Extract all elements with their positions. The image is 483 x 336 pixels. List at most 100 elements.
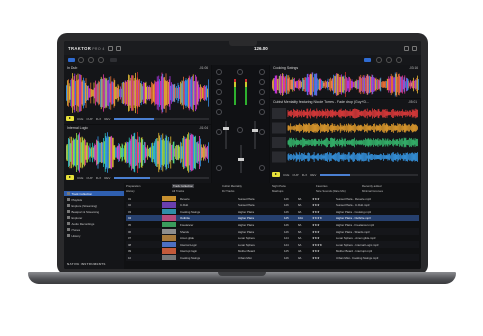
track-key: 9A xyxy=(298,209,302,214)
eq-mid-a-knob[interactable] xyxy=(216,89,222,95)
sidebar-item-explore[interactable]: Explore (Streaming) xyxy=(67,203,97,208)
deck-d-position-bar[interactable] xyxy=(320,173,418,176)
table-row[interactable]: 07 Amen glide Lunar Sphere 124 6A ★★★ Lunar Sp… xyxy=(126,235,419,242)
table-row[interactable]: 10 Cooking Swings Urban Mist 126 9A ★★★ Urban … xyxy=(126,254,419,261)
deck-b-waveform[interactable] xyxy=(272,72,419,97)
deck-c-flux-button[interactable]: FLX xyxy=(96,176,102,180)
eq-mid-b-knob[interactable] xyxy=(259,89,265,95)
deck-a-rev-button[interactable]: REV xyxy=(104,117,110,121)
eq-high-a-knob[interactable] xyxy=(216,79,222,85)
deck-d-flux-button[interactable]: FLX xyxy=(302,173,308,177)
deck-a-cup-button[interactable]: CUP xyxy=(86,117,92,121)
gain-a-knob[interactable] xyxy=(216,69,222,75)
track-artist: Sunset Plaza xyxy=(238,196,255,201)
filter-a-knob[interactable] xyxy=(216,109,222,115)
track-bpm: 126 xyxy=(284,209,289,214)
favorite-10[interactable]: Mashups xyxy=(272,189,283,193)
deck-d-rev-button[interactable]: REV xyxy=(310,173,316,177)
sidebar-item-itunes[interactable]: iTunes xyxy=(67,227,80,232)
table-row[interactable]: 01 Reverie Sunset Plaza 126 8A ★★★ Sunset Plaz… xyxy=(126,195,419,202)
settings-icon[interactable] xyxy=(107,45,113,51)
deck-a-flux-button[interactable]: FLX xyxy=(96,117,102,121)
gain-d-knob[interactable] xyxy=(259,129,265,135)
deck-a-position-bar[interactable] xyxy=(114,117,209,120)
deck-a-play-button[interactable] xyxy=(66,116,74,121)
fx-mode-button[interactable] xyxy=(110,58,117,62)
playlist-icon xyxy=(67,198,70,201)
gain-b-knob[interactable] xyxy=(259,69,265,75)
fx1-knob[interactable] xyxy=(78,57,84,63)
cover-art xyxy=(162,241,176,248)
master-volume-knob[interactable] xyxy=(237,69,243,75)
table-row[interactable]: 09 Interrupt login Mother Board 125 3A ★★★ Mot… xyxy=(126,248,419,255)
record-icon[interactable] xyxy=(404,45,409,51)
track-number: 03 xyxy=(128,209,132,214)
table-row[interactable]: 02 In Dub Sunset Plaza 126 8A ★★★ Sunset Plaza… xyxy=(126,201,419,209)
favorite-7[interactable]: History xyxy=(126,189,135,193)
fx2-knob[interactable] xyxy=(88,57,94,63)
fx2-on-button[interactable] xyxy=(364,58,371,62)
deck-c-cup-button[interactable]: CUP xyxy=(86,176,92,180)
track-title: In Dub xyxy=(180,203,189,208)
deck-c-play-button[interactable] xyxy=(66,175,74,180)
favorite-12[interactable]: Minimal Grooves xyxy=(362,189,383,193)
cue-mix-knob[interactable] xyxy=(237,127,243,133)
deck-a-waveform[interactable] xyxy=(66,72,209,114)
favorite-1[interactable]: Preparation xyxy=(126,184,140,188)
favorite-2[interactable]: Track Collection xyxy=(172,184,194,188)
deck-c-time: -01:04 xyxy=(198,126,208,130)
deck-c-waveform[interactable] xyxy=(66,132,209,173)
channel-fader-b[interactable] xyxy=(252,121,258,149)
table-row[interactable]: 04 Outbrite Higher Plaza 125 10A ★★★★ Higher P… xyxy=(126,214,419,222)
level-meter-a xyxy=(234,79,236,105)
deck-a-cue-button[interactable]: CUE xyxy=(77,117,83,121)
track-number: 01 xyxy=(128,196,132,201)
master-bpm[interactable]: 126.00 xyxy=(254,46,268,51)
filter-b-knob[interactable] xyxy=(259,109,265,115)
favorite-11[interactable]: Nice Sounds (Rare Mix) xyxy=(316,189,346,193)
sidebar-item-recordings[interactable]: Audio Recordings xyxy=(67,221,94,226)
favorite-3[interactable]: Cubist Mentality xyxy=(222,184,242,188)
eq-high-b-knob[interactable] xyxy=(259,79,265,85)
fx6-knob[interactable] xyxy=(396,57,402,63)
deck-c-rev-button[interactable]: REV xyxy=(104,176,110,180)
fx4-knob[interactable] xyxy=(376,57,382,63)
deck-d-slots[interactable] xyxy=(272,106,418,166)
fx1-on-button[interactable] xyxy=(68,58,75,62)
track-artist: Sunset Plaza xyxy=(238,203,255,208)
table-row[interactable]: 08 Internal Logic Lunar Sphere 124 6A ★★★★ Lun… xyxy=(126,241,419,248)
table-row[interactable]: 03 Cooking Swings Higher Plaza 126 9A ★★★ High… xyxy=(126,208,419,215)
deck-d-cup-button[interactable]: CUP xyxy=(292,173,298,177)
fx5-knob[interactable] xyxy=(386,57,392,63)
deck-d-cue-button[interactable]: CUE xyxy=(283,173,289,177)
filter-d-knob[interactable] xyxy=(259,165,265,171)
sidebar-item-explorer[interactable]: Explorer xyxy=(67,215,82,220)
eq-low-a-knob[interactable] xyxy=(216,99,222,105)
favorite-5[interactable]: Favorites xyxy=(316,184,328,188)
table-row[interactable]: 06 Shards Higher Plaza 126 8A ★★★ Higher Plaza… xyxy=(126,228,419,235)
fullscreen-icon[interactable] xyxy=(412,45,417,51)
sidebar-item-history[interactable]: History xyxy=(67,233,81,238)
favorite-8[interactable]: All Tracks xyxy=(172,189,184,193)
collection-icon xyxy=(67,192,70,195)
track-key: 6A xyxy=(298,242,302,247)
deck-d-play-button[interactable] xyxy=(272,172,280,177)
deck-c-cue-button[interactable]: CUE xyxy=(77,176,83,180)
deck-c-position-bar[interactable] xyxy=(114,176,209,179)
channel-fader-a[interactable] xyxy=(223,121,229,149)
sidebar-item-beatport[interactable]: Beatport & Streaming xyxy=(67,209,99,214)
track-number: 09 xyxy=(128,249,132,254)
table-row[interactable]: 05 Freelancer Higher Plaza 126 8A ★★★ Higher P… xyxy=(126,221,419,228)
sidebar-item-track-collection[interactable]: Track Collection xyxy=(64,191,124,196)
favorite-9[interactable]: DJ Tracks xyxy=(222,189,234,193)
sidebar-item-playlists[interactable]: Playlists xyxy=(67,197,82,202)
favorite-6[interactable]: Recently added xyxy=(362,184,381,188)
filter-c-knob[interactable] xyxy=(216,165,222,171)
favorite-4[interactable]: Night Parte xyxy=(272,184,286,188)
layout-icon[interactable] xyxy=(115,45,121,51)
fx3-knob[interactable] xyxy=(98,57,104,63)
eq-low-b-knob[interactable] xyxy=(259,99,265,105)
gain-c-knob[interactable] xyxy=(216,129,222,135)
deck-b-time: -03:16 xyxy=(408,66,418,70)
crossfader[interactable] xyxy=(237,145,244,173)
